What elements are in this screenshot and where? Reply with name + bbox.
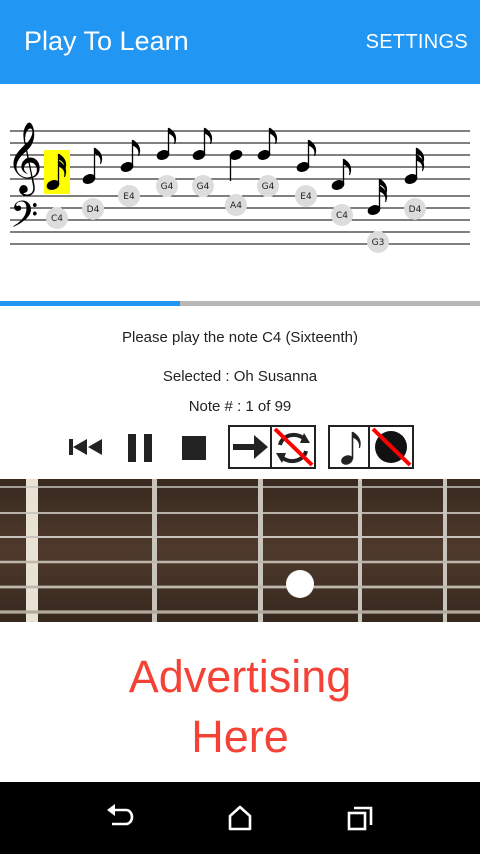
instruction-text: Please play the note C4 (Sixteenth) [122,329,358,346]
note-9 [331,158,352,190]
recent-apps-icon[interactable] [344,804,376,832]
note-8 [296,139,317,172]
advance-without-loop-icon[interactable] [228,425,316,469]
ad-line-1: Advertising [128,651,352,702]
note-counter: Note # : 1 of 99 [188,398,292,415]
song-progress-fill [0,301,180,306]
note-badge: G3 [372,238,385,248]
note-4 [156,127,177,160]
note-badges: C4 D4 E4 G4 G4 A4 G4 E4 C4 G3 D4 [46,175,426,253]
note-badge: C4 [51,214,63,224]
note-7 [257,127,278,160]
settings-button[interactable]: SETTINGS [366,31,468,54]
note-badge: A4 [230,201,242,211]
note-badge: G4 [262,182,275,192]
ad-line-2: Here [191,711,289,762]
note-10 [367,178,388,215]
app-bar: Play To Learn SETTINGS [0,0,480,84]
advertising-banner[interactable]: Advertising Here [0,622,480,782]
treble-clef-icon: 𝄞 [6,120,43,196]
app-title: Play To Learn [24,26,189,56]
stop-icon[interactable] [181,435,207,461]
guitar-fretboard[interactable] [0,479,480,622]
note-badge: E4 [123,192,135,202]
fretboard-image [0,479,480,622]
note-without-record-icon[interactable] [328,425,414,469]
note-badge: C4 [336,211,348,221]
grand-staff: 𝄞 𝄢 C4 D4 E4 G4 G4 A4 G4 E4 C4 G3 D4 [6,120,470,253]
note-3 [120,139,141,172]
note-badge: D4 [409,205,422,215]
home-icon[interactable] [224,804,256,832]
note-badge: E4 [300,192,312,202]
note-badge: G4 [161,182,174,192]
sheet-music: 𝄞 𝄢 C4 D4 E4 G4 G4 A4 G4 E4 C4 G3 D4 [0,84,480,304]
note-badge: G4 [197,182,210,192]
pause-icon[interactable] [126,432,154,464]
finger-position-dot [286,570,314,598]
note-badge: D4 [87,205,100,215]
note-6 [229,150,243,181]
note-5 [192,127,213,160]
selected-song: Selected : Oh Susanna [162,368,318,385]
song-progress-bar [0,301,480,306]
bass-clef-icon: 𝄢 [10,194,38,245]
playback-controls [0,424,480,470]
back-icon[interactable] [104,804,136,832]
skip-to-start-icon[interactable] [67,436,105,458]
system-nav-bar [0,782,480,854]
